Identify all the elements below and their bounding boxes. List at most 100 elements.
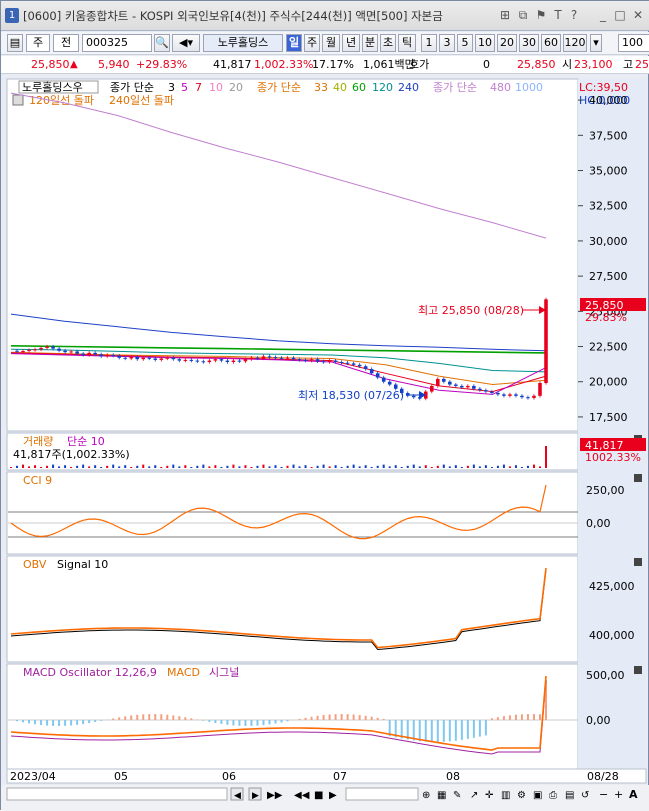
candle-body bbox=[538, 383, 542, 396]
candle-body bbox=[262, 356, 266, 358]
volume-ma: 단순 10 bbox=[67, 435, 105, 448]
help-icon[interactable]: ? bbox=[567, 8, 581, 22]
volume-bar bbox=[220, 467, 222, 468]
macd-osc-bar bbox=[64, 720, 66, 726]
macd-osc-bar bbox=[34, 720, 36, 724]
interval-60-button[interactable]: 60 bbox=[541, 34, 561, 52]
ma2-period-120: 120 bbox=[372, 81, 393, 94]
macd-panel[interactable] bbox=[7, 664, 578, 769]
count-input[interactable]: 100 bbox=[618, 34, 649, 52]
macd-osc-bar bbox=[281, 720, 283, 722]
obv-panel[interactable] bbox=[7, 556, 578, 662]
candle-body bbox=[358, 365, 362, 366]
macd-osc-bar bbox=[184, 717, 186, 720]
market-select[interactable]: 주 bbox=[26, 34, 50, 52]
period-year-button[interactable]: 년 bbox=[342, 34, 360, 52]
macd-osc-bar bbox=[443, 720, 445, 742]
candle-body bbox=[508, 394, 512, 395]
volume-bar bbox=[106, 466, 108, 468]
candle-body bbox=[75, 351, 79, 353]
link-icon[interactable]: ⊞ bbox=[498, 8, 512, 22]
stock-label: 노루홀딩스우 bbox=[22, 81, 83, 94]
chart-type-icon[interactable]: ▥ bbox=[501, 790, 510, 801]
period-second-button[interactable]: 초 bbox=[380, 34, 396, 52]
macd-osc-bar bbox=[118, 717, 120, 720]
panel-close-icon[interactable] bbox=[634, 558, 642, 566]
volume-bar bbox=[202, 465, 204, 468]
macd-osc-bar bbox=[40, 720, 42, 725]
period-tick-button[interactable]: 틱 bbox=[398, 34, 416, 52]
rewind-icon[interactable]: ◀◀ bbox=[294, 790, 310, 801]
interval-5-button[interactable]: 5 bbox=[457, 34, 473, 52]
close-icon[interactable]: ✕ bbox=[631, 8, 645, 22]
stop-icon[interactable]: ■ bbox=[314, 790, 323, 801]
decrease-icon[interactable]: − bbox=[599, 788, 608, 801]
scroll-track[interactable] bbox=[7, 788, 227, 800]
screen-num-icon[interactable]: ▤ bbox=[7, 34, 23, 52]
price-panel[interactable] bbox=[7, 79, 578, 431]
grid-icon[interactable] bbox=[13, 95, 23, 105]
interval-10-button[interactable]: 10 bbox=[475, 34, 495, 52]
macd-osc-bar bbox=[317, 716, 319, 720]
print-icon[interactable]: ⎙ bbox=[549, 790, 557, 801]
macd-osc-bar bbox=[491, 718, 493, 720]
macd-osc-bar bbox=[268, 720, 270, 724]
type-select[interactable]: 전 bbox=[53, 34, 79, 52]
candle-body bbox=[69, 351, 73, 352]
period-minute-button[interactable]: 분 bbox=[362, 34, 378, 52]
macd-osc-bar bbox=[479, 720, 481, 737]
pin-icon[interactable]: ⚑ bbox=[534, 8, 548, 22]
interval-dropdown-icon[interactable]: ▾ bbox=[590, 34, 602, 52]
interval-30-button[interactable]: 30 bbox=[519, 34, 539, 52]
period-month-button[interactable]: 월 bbox=[322, 34, 340, 52]
period-week-button[interactable]: 주 bbox=[304, 34, 320, 52]
speaker-icon[interactable]: ◀▾ bbox=[172, 34, 200, 52]
settings-icon[interactable]: ⚙ bbox=[517, 790, 526, 801]
tool-icon[interactable]: ▦ bbox=[437, 790, 446, 801]
volume-bar bbox=[178, 466, 180, 468]
macd-osc-bar bbox=[521, 714, 523, 720]
reset-icon[interactable]: ↺ bbox=[581, 790, 589, 801]
text-icon[interactable]: T bbox=[551, 8, 565, 22]
candle-body bbox=[484, 390, 488, 391]
volume-bar bbox=[527, 466, 529, 468]
interval-120-button[interactable]: 120 bbox=[563, 34, 587, 52]
volume-bar bbox=[401, 467, 403, 468]
macd-osc-bar bbox=[178, 716, 180, 720]
macd-osc-bar bbox=[419, 720, 421, 741]
code-input[interactable]: 000325 bbox=[82, 34, 152, 52]
minimize-icon[interactable]: _ bbox=[596, 8, 610, 22]
candle-body bbox=[364, 366, 368, 369]
zoom-slider[interactable] bbox=[346, 788, 418, 800]
volume-bar bbox=[130, 467, 132, 468]
turnover-rate: 17.17% bbox=[312, 56, 354, 73]
obv-title: OBV bbox=[23, 558, 47, 571]
font-icon[interactable]: A bbox=[629, 788, 638, 801]
cci-panel[interactable] bbox=[7, 472, 578, 554]
increase-icon[interactable]: + bbox=[614, 788, 623, 801]
interval-20-button[interactable]: 20 bbox=[497, 34, 517, 52]
interval-3-button[interactable]: 3 bbox=[439, 34, 455, 52]
panel-close-icon[interactable] bbox=[634, 666, 642, 674]
zoom-in-icon[interactable]: ⊕ bbox=[422, 790, 430, 801]
play-icon[interactable]: ▶ bbox=[329, 790, 337, 801]
save-icon[interactable]: ▤ bbox=[565, 790, 574, 801]
restore-icon[interactable]: ⧉ bbox=[516, 8, 530, 23]
layout-icon[interactable]: ▣ bbox=[533, 790, 542, 801]
obv-signal: Signal 10 bbox=[57, 558, 108, 571]
search-icon[interactable]: 🔍 bbox=[154, 34, 170, 52]
trend-icon[interactable]: ↗ bbox=[470, 790, 478, 801]
prev-icon[interactable]: ▶▶ bbox=[267, 790, 283, 801]
price-tick-label: 22,500 bbox=[589, 341, 628, 354]
candle-body bbox=[466, 386, 470, 387]
period-day-button[interactable]: 일 bbox=[286, 34, 302, 52]
crosshair-icon[interactable]: ✛ bbox=[485, 790, 494, 801]
chart-area[interactable]: 노루홀딩스우 종가 단순 3 5 7 10 20 종가 단순 33 40 60 … bbox=[1, 76, 649, 811]
volume-bar bbox=[250, 467, 252, 468]
maximize-icon[interactable]: □ bbox=[613, 8, 627, 22]
interval-1-button[interactable]: 1 bbox=[421, 34, 437, 52]
price-tick-label: 27,500 bbox=[589, 270, 628, 283]
draw-icon[interactable]: ✎ bbox=[453, 790, 461, 801]
candle-body bbox=[346, 363, 350, 364]
panel-close-icon[interactable] bbox=[634, 474, 642, 482]
